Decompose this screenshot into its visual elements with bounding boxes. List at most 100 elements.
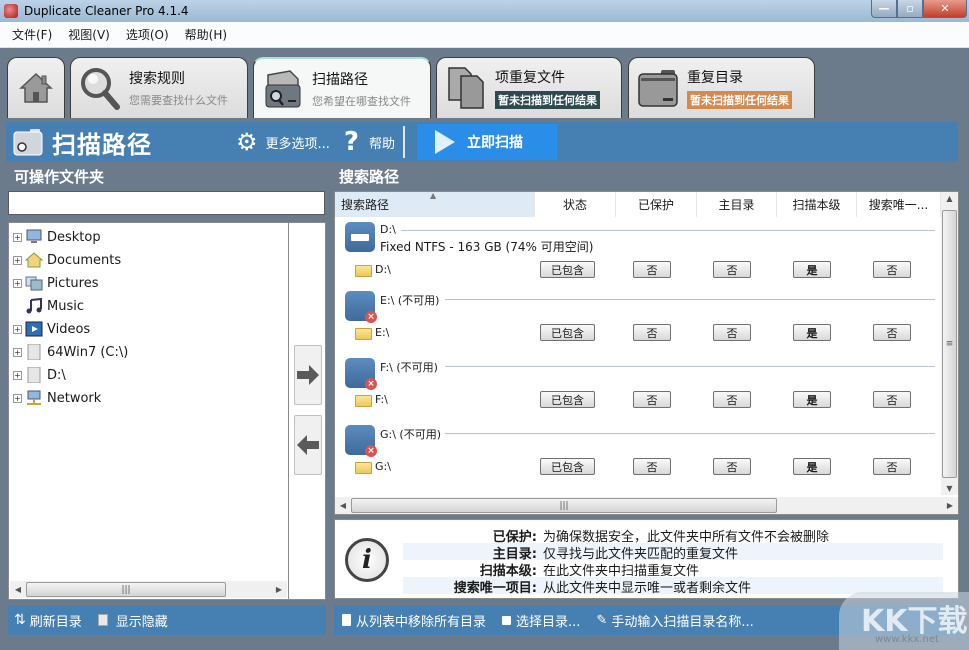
tab-label: 项重复文件 bbox=[495, 70, 565, 86]
expand-icon[interactable]: + bbox=[13, 370, 22, 380]
refresh-button[interactable]: ⇅ 刷新目录 bbox=[14, 611, 82, 630]
expand-icon[interactable]: + bbox=[13, 324, 22, 334]
documents-icon bbox=[25, 252, 43, 268]
unique-toggle[interactable]: 否 bbox=[873, 458, 911, 475]
column-header-master[interactable]: 主目录 bbox=[697, 192, 777, 217]
scrollbar-thumb[interactable]: ||| bbox=[26, 582, 226, 597]
master-toggle[interactable]: 否 bbox=[713, 324, 751, 341]
protected-toggle[interactable]: 否 bbox=[633, 261, 671, 278]
scroll-right-icon[interactable]: ▶ bbox=[942, 501, 958, 510]
window-controls: — ▫ ✕ bbox=[871, 0, 967, 18]
tab-search-rules[interactable]: 搜索规则 您需要查找什么文件 bbox=[70, 57, 248, 118]
tab-scan-path[interactable]: 扫描路径 您希望在哪查找文件 bbox=[253, 57, 431, 118]
menu-view[interactable]: 视图(V) bbox=[62, 26, 120, 43]
unique-toggle[interactable]: 否 bbox=[873, 261, 911, 278]
files-icon bbox=[448, 67, 484, 109]
section-toolbar: 扫描路径 ⚙ 更多选项... ? 帮助 立即扫描 bbox=[6, 122, 958, 162]
manual-input-button[interactable]: ✎ 手动输入扫描目录名称... bbox=[596, 611, 753, 630]
scroll-left-icon[interactable]: ◀ bbox=[335, 501, 351, 510]
drive-info: Fixed NTFS - 163 GB (74% 可用空间) bbox=[380, 240, 594, 254]
scroll-left-icon[interactable]: ◀ bbox=[10, 585, 26, 594]
column-header-path[interactable]: ▲ 搜索路径 bbox=[335, 192, 535, 217]
drive-group: × F:\ (不可用) F:\ 已包含 否 否 是 否 bbox=[335, 358, 941, 425]
info-key: 搜索唯一项目: bbox=[453, 581, 537, 596]
folder-path-input[interactable] bbox=[8, 191, 325, 215]
tree-item-c-drive[interactable]: + 64Win7 (C:\) bbox=[13, 341, 128, 363]
add-path-button[interactable] bbox=[294, 345, 322, 405]
scan-level-toggle[interactable]: 是 bbox=[793, 324, 831, 341]
protected-toggle[interactable]: 否 bbox=[633, 458, 671, 475]
master-toggle[interactable]: 否 bbox=[713, 458, 751, 475]
grid-horizontal-scrollbar[interactable]: ◀ ||| ▶ bbox=[335, 497, 958, 514]
scrollbar-thumb[interactable]: ||| bbox=[351, 498, 777, 513]
unique-toggle[interactable]: 否 bbox=[873, 391, 911, 408]
menu-options[interactable]: 选项(O) bbox=[120, 26, 179, 43]
column-header-unique[interactable]: 搜索唯一... bbox=[857, 192, 941, 217]
tree-item-d-drive[interactable]: + D:\ bbox=[13, 364, 66, 386]
path-row[interactable]: D:\ 已包含 否 否 是 否 bbox=[335, 260, 941, 282]
show-hidden-checkbox[interactable]: 显示隐藏 bbox=[97, 611, 168, 630]
folder-icon bbox=[355, 265, 372, 277]
path-row[interactable]: G:\ 已包含 否 否 是 否 bbox=[335, 457, 941, 479]
tree-item-documents[interactable]: + Documents bbox=[13, 249, 121, 271]
column-header-protected[interactable]: 已保护 bbox=[616, 192, 697, 217]
path-row[interactable]: E:\ 已包含 否 否 是 否 bbox=[335, 323, 941, 345]
status-button[interactable]: 已包含 bbox=[540, 324, 595, 341]
expand-icon[interactable]: + bbox=[13, 393, 22, 403]
status-button[interactable]: 已包含 bbox=[540, 261, 595, 278]
expand-icon[interactable]: + bbox=[13, 347, 22, 357]
magnifier-icon bbox=[81, 68, 120, 110]
tree-horizontal-scrollbar[interactable]: ◀ ||| ▶ bbox=[10, 581, 287, 598]
drive-group: × G:\ (不可用) G:\ 已包含 否 否 是 否 bbox=[335, 425, 941, 492]
scrollbar-thumb[interactable]: ≡ bbox=[942, 210, 957, 478]
column-header-scan-level[interactable]: 扫描本级 bbox=[777, 192, 857, 217]
tree-item-desktop[interactable]: + Desktop bbox=[13, 226, 101, 248]
pencil-icon: ✎ bbox=[596, 612, 608, 628]
grid-header: ▲ 搜索路径 状态 已保护 主目录 扫描本级 搜索唯一... bbox=[335, 192, 941, 217]
protected-toggle[interactable]: 否 bbox=[633, 391, 671, 408]
protected-toggle[interactable]: 否 bbox=[633, 324, 671, 341]
tab-duplicate-files[interactable]: 项重复文件 暂未扫描到任何结果 bbox=[436, 57, 622, 118]
expand-icon[interactable]: + bbox=[13, 232, 22, 242]
unique-toggle[interactable]: 否 bbox=[873, 324, 911, 341]
expand-icon[interactable]: + bbox=[13, 255, 22, 265]
status-button[interactable]: 已包含 bbox=[540, 391, 595, 408]
expand-icon[interactable]: + bbox=[13, 278, 22, 288]
tab-duplicate-folders[interactable]: 重复目录 暂未扫描到任何结果 bbox=[628, 57, 815, 118]
tree-item-videos[interactable]: + Videos bbox=[13, 318, 90, 340]
group-divider bbox=[445, 299, 935, 300]
grid-vertical-scrollbar[interactable]: ▲ ≡ ▼ bbox=[941, 192, 958, 495]
help-label: 帮助 bbox=[369, 136, 396, 152]
scan-level-toggle[interactable]: 是 bbox=[793, 458, 831, 475]
scroll-up-icon[interactable]: ▲ bbox=[941, 194, 958, 203]
maximize-button[interactable]: ▫ bbox=[897, 0, 923, 18]
status-button[interactable]: 已包含 bbox=[540, 458, 595, 475]
minimize-button[interactable]: — bbox=[871, 0, 897, 18]
menu-help[interactable]: 帮助(H) bbox=[179, 26, 237, 43]
help-button[interactable]: ? 帮助 bbox=[344, 127, 395, 157]
scroll-down-icon[interactable]: ▼ bbox=[941, 484, 958, 493]
scan-level-toggle[interactable]: 是 bbox=[793, 261, 831, 278]
drive-name: G:\ (不可用) bbox=[380, 428, 442, 441]
column-header-status[interactable]: 状态 bbox=[535, 192, 616, 217]
more-options-button[interactable]: ⚙ 更多选项... bbox=[236, 128, 330, 156]
scan-now-button[interactable]: 立即扫描 bbox=[417, 124, 558, 160]
scroll-right-icon[interactable]: ▶ bbox=[271, 585, 287, 594]
master-toggle[interactable]: 否 bbox=[713, 261, 751, 278]
checkbox-icon[interactable] bbox=[97, 614, 108, 626]
sort-asc-icon: ▲ bbox=[430, 191, 437, 200]
tree-item-music[interactable]: Music bbox=[13, 295, 84, 317]
tab-label: 搜索规则 bbox=[129, 71, 185, 87]
tree-item-network[interactable]: + Network bbox=[13, 387, 101, 409]
tab-home[interactable] bbox=[7, 57, 65, 118]
remove-all-button[interactable]: 从列表中移除所有目录 bbox=[342, 611, 486, 630]
remove-path-button[interactable] bbox=[294, 415, 322, 475]
path-row[interactable]: F:\ 已包含 否 否 是 否 bbox=[335, 390, 941, 412]
scan-level-toggle[interactable]: 是 bbox=[793, 391, 831, 408]
menu-file[interactable]: 文件(F) bbox=[6, 26, 62, 43]
close-button[interactable]: ✕ bbox=[923, 0, 967, 18]
drive-name: D:\ bbox=[380, 223, 396, 236]
master-toggle[interactable]: 否 bbox=[713, 391, 751, 408]
select-directory-button[interactable]: 选择目录... bbox=[502, 611, 580, 630]
tree-item-pictures[interactable]: + Pictures bbox=[13, 272, 98, 294]
